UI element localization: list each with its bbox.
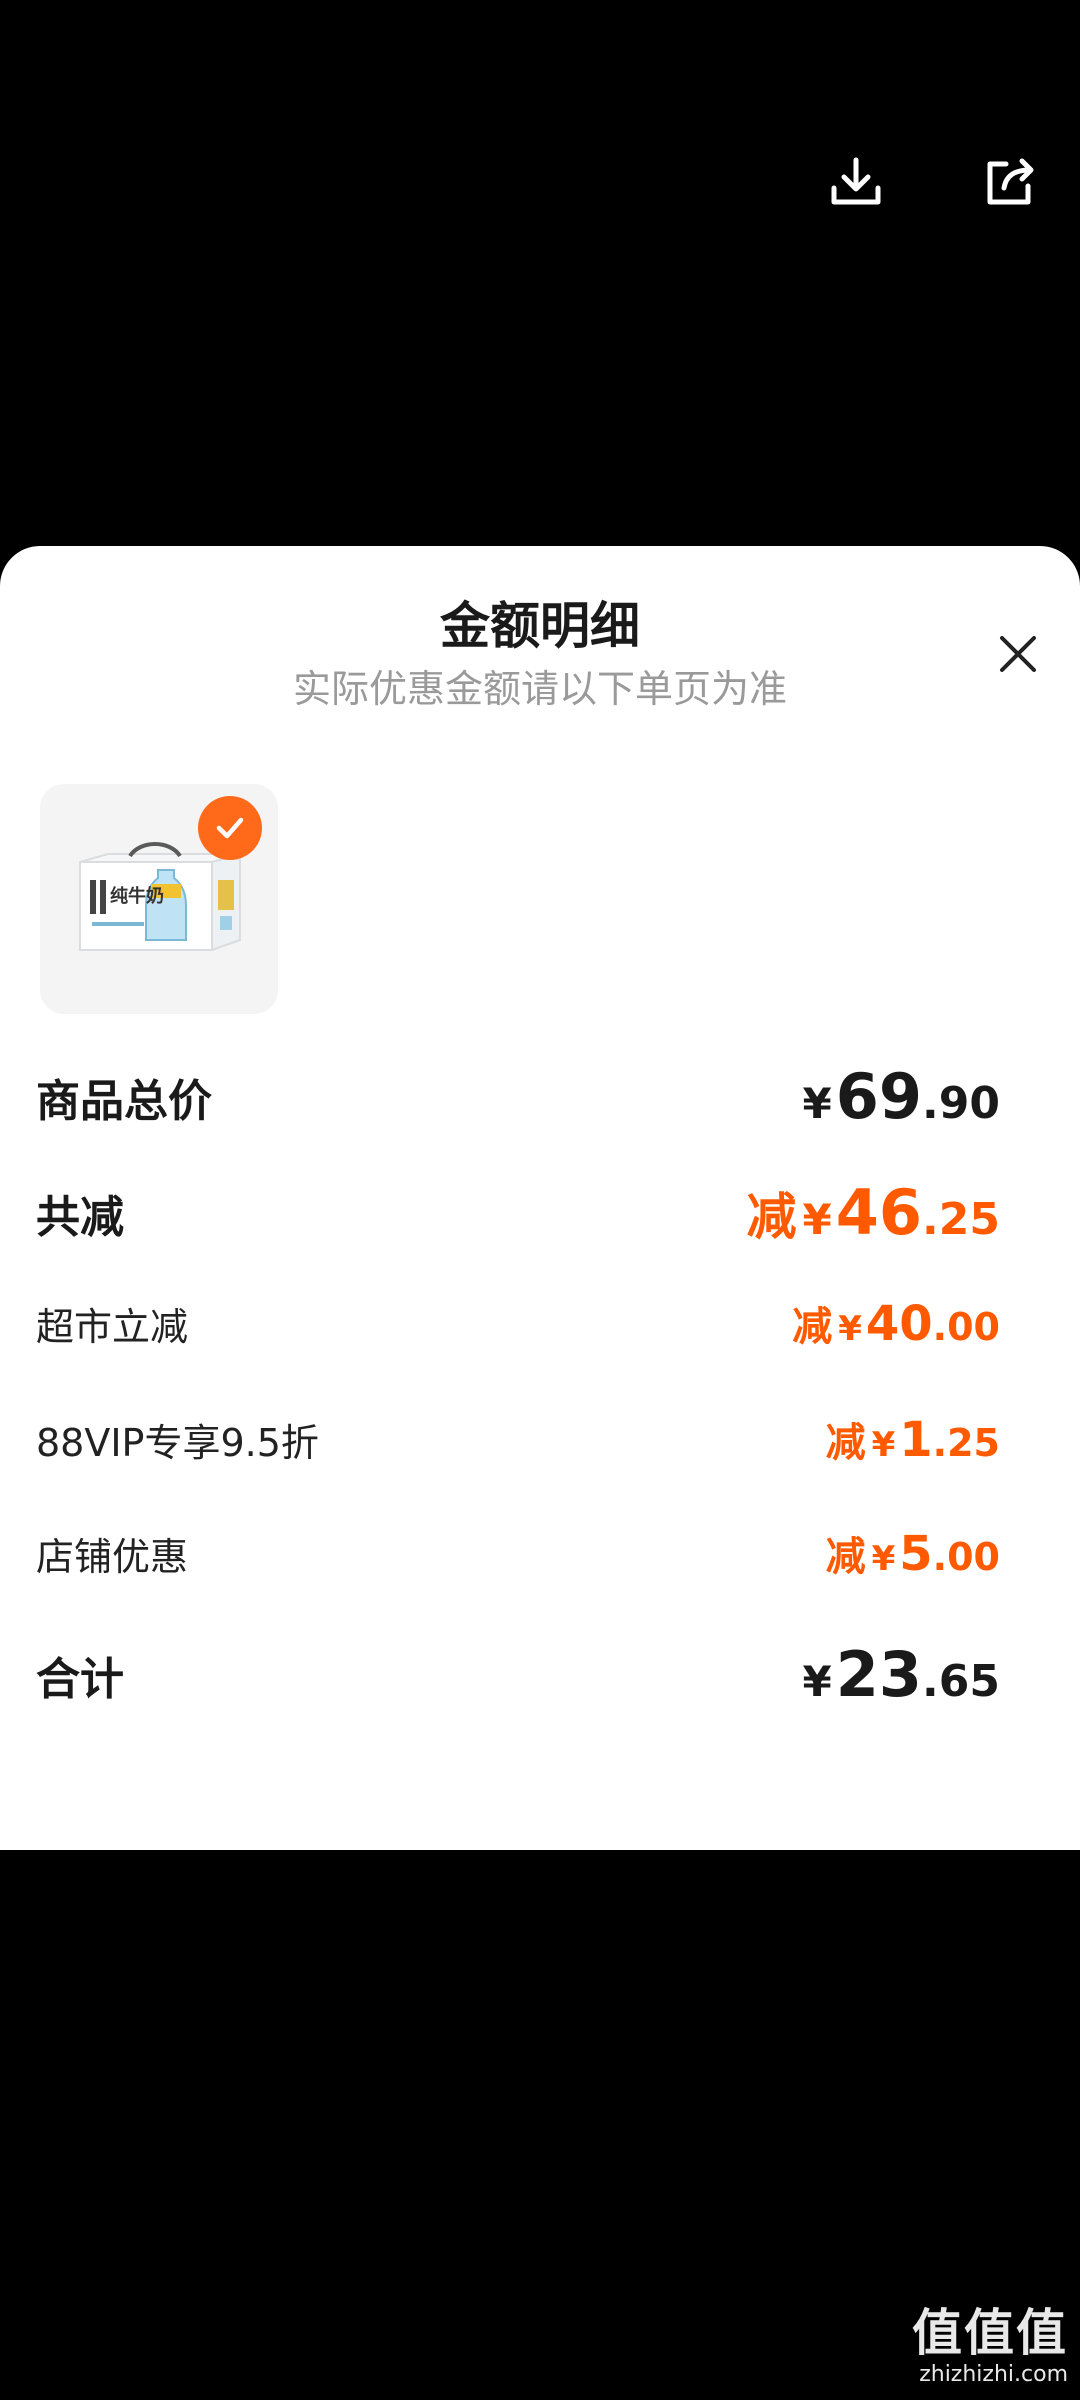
row-amount: 减 ¥ 5 .00 (825, 1526, 1000, 1582)
watermark-brand: 值值值 (912, 2304, 1068, 2362)
row-amount: 减 ¥ 46 .25 (746, 1176, 1000, 1249)
row-label: 共减 (36, 1191, 124, 1243)
row-label: 商品总价 (36, 1075, 212, 1127)
row-label: 超市立减 (36, 1304, 189, 1349)
row-label: 店铺优惠 (36, 1534, 189, 1579)
product-thumbnail[interactable]: 纯牛奶 (40, 784, 278, 1014)
row-amount: ¥ 69 .90 (802, 1060, 1000, 1133)
watermark-site: zhizhizhi.com (919, 2362, 1068, 2387)
row-amount: 减 ¥ 1 .25 (825, 1412, 1000, 1468)
row-amount: ¥ 23 .65 (802, 1638, 1000, 1711)
price-row-total: 合计 ¥ 23 .65 (36, 1638, 1000, 1711)
price-row-supermarket-discount: 超市立减 减 ¥ 40 .00 (36, 1294, 1000, 1352)
sheet-subtitle: 实际优惠金额请以下单页为准 (292, 667, 787, 711)
sheet-title: 金额明细 (440, 597, 640, 655)
selected-check-icon (198, 796, 262, 860)
price-row-88vip-discount: 88VIP专享9.5折 减 ¥ 1 .25 (36, 1410, 1000, 1468)
amount-detail-sheet: 金额明细 实际优惠金额请以下单页为准 纯牛奶 商品总价 ¥ 69 .90 共减 … (0, 546, 1080, 1850)
package-text: 纯牛奶 (110, 885, 164, 906)
row-amount: 减 ¥ 40 .00 (792, 1296, 1000, 1352)
screen: 金额明细 实际优惠金额请以下单页为准 纯牛奶 商品总价 ¥ 69 .90 共减 … (0, 0, 1080, 2400)
row-label: 合计 (36, 1653, 124, 1705)
download-icon[interactable] (824, 150, 888, 214)
price-row-store-discount: 店铺优惠 减 ¥ 5 .00 (36, 1524, 1000, 1582)
price-row-subtotal: 商品总价 ¥ 69 .90 (36, 1060, 1000, 1133)
row-label: 88VIP专享9.5折 (36, 1420, 319, 1465)
watermark: 值值值 zhizhizhi.com (912, 2308, 1068, 2386)
price-row-total-discount: 共减 减 ¥ 46 .25 (36, 1176, 1000, 1249)
close-icon[interactable] (990, 626, 1046, 682)
share-icon[interactable] (978, 150, 1042, 214)
